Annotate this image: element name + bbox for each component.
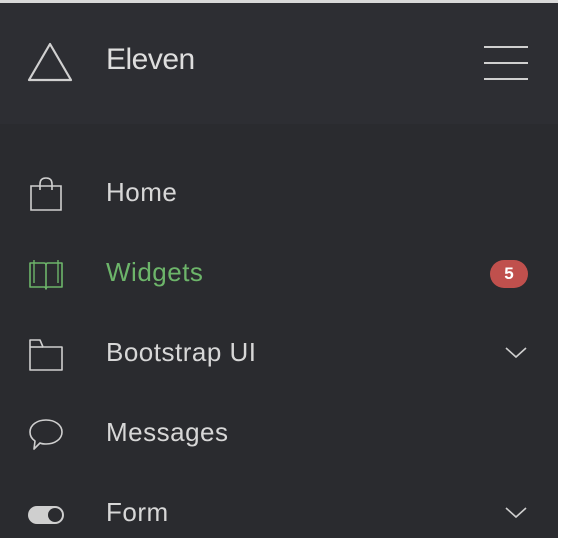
sidebar-item-bootstrap-ui[interactable]: Bootstrap UI — [0, 314, 558, 394]
sidebar-item-home[interactable]: Home — [0, 154, 558, 234]
toggle-icon — [28, 506, 64, 524]
chevron-down-icon[interactable] — [504, 506, 528, 520]
book-icon — [29, 260, 63, 290]
sidebar-item-form[interactable]: Form — [0, 474, 558, 538]
sidebar-item-widgets[interactable]: Widgets 5 — [0, 234, 558, 314]
sidebar-item-messages[interactable]: Messages — [0, 394, 558, 474]
sidebar-item-label: Form — [106, 497, 169, 527]
menu-toggle-button[interactable] — [482, 43, 530, 83]
folder-icon — [29, 339, 63, 371]
sidebar: Eleven Home Widgets 5 Bootstrap UI Messa… — [0, 0, 558, 538]
sidebar-item-label: Messages — [106, 417, 229, 447]
hamburger-line — [484, 78, 528, 80]
hamburger-line — [484, 62, 528, 64]
speech-bubble-icon — [29, 419, 63, 450]
sidebar-header: Eleven — [0, 3, 558, 124]
shopping-bag-icon — [30, 177, 62, 211]
sidebar-item-label: Widgets — [106, 257, 204, 287]
triangle-icon — [27, 42, 73, 82]
notification-badge: 5 — [490, 260, 528, 288]
sidebar-item-label: Home — [106, 177, 178, 207]
hamburger-icon — [484, 46, 528, 48]
chevron-down-icon[interactable] — [504, 346, 528, 360]
brand-name[interactable]: Eleven — [106, 43, 195, 77]
sidebar-item-label: Bootstrap UI — [106, 337, 257, 367]
